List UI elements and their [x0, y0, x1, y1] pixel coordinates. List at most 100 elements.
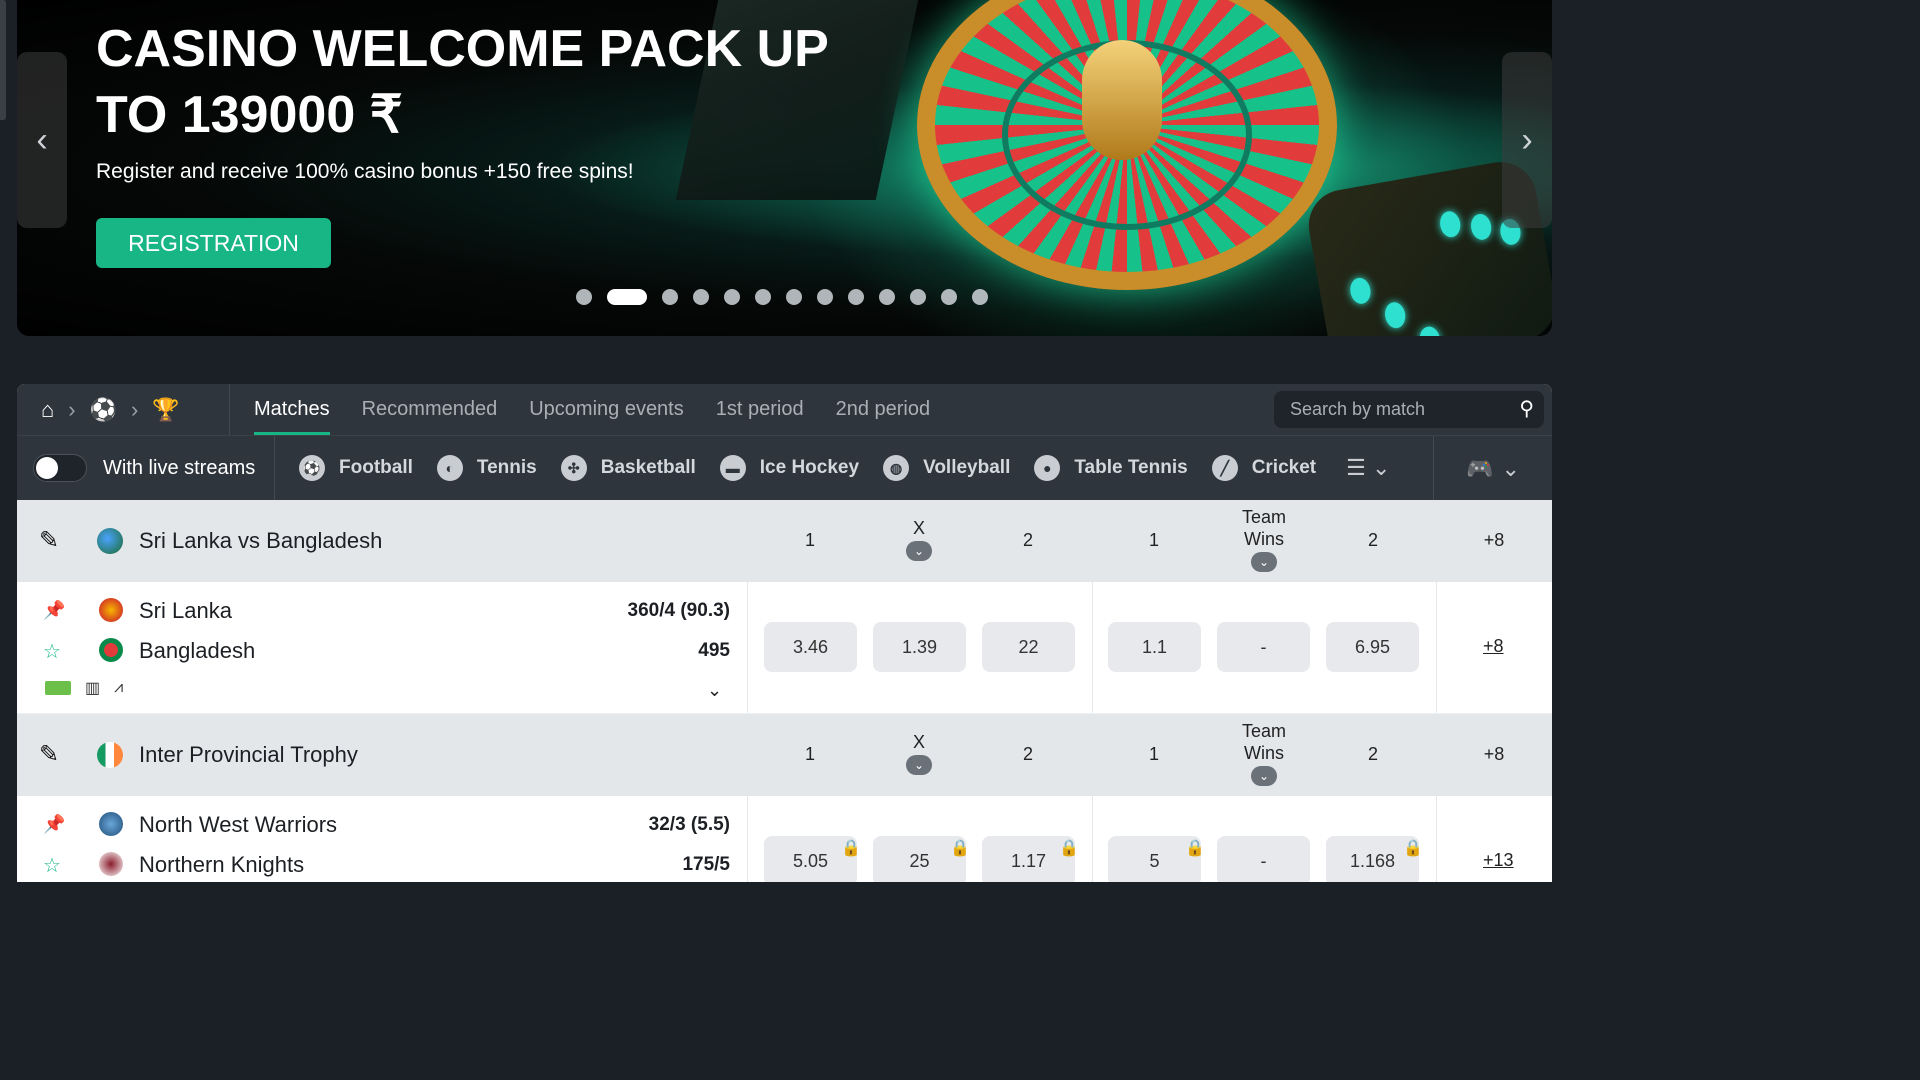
volleyball-icon: ◍ — [883, 455, 910, 481]
sport-basketball[interactable]: ✣ Basketball — [560, 455, 696, 481]
sport-table-tennis[interactable]: ● Table Tennis — [1034, 455, 1188, 481]
chevron-down-icon: ⌄ — [1371, 455, 1391, 480]
odd-button-locked[interactable]: 1.168 — [1326, 824, 1423, 882]
divider — [747, 796, 748, 882]
odd-button[interactable]: 22 — [982, 622, 1075, 672]
carousel-dot[interactable] — [724, 289, 740, 305]
odd-button-locked[interactable]: 25 — [873, 824, 970, 882]
sport-label: Table Tennis — [1074, 457, 1188, 478]
pin-icon[interactable]: 📌 — [43, 600, 65, 621]
carousel-dot[interactable] — [786, 289, 802, 305]
chevron-right-icon: › — [131, 396, 139, 422]
team-crest-icon — [99, 812, 123, 836]
carousel-dot[interactable] — [817, 289, 833, 305]
trophy-icon[interactable]: 🏆 — [152, 397, 179, 423]
carousel-dot[interactable] — [879, 289, 895, 305]
star-icon[interactable]: ☆ — [43, 639, 61, 664]
header-label: X — [912, 732, 925, 752]
sport-cricket[interactable]: ╱ Cricket — [1211, 455, 1316, 481]
carousel-dot[interactable] — [972, 289, 988, 305]
carousel-dot[interactable] — [607, 289, 647, 305]
header-col-2b: 2 — [1367, 744, 1378, 764]
carousel-dot[interactable] — [576, 289, 592, 305]
sport-ice-hockey[interactable]: ▬ Ice Hockey — [719, 455, 859, 481]
header-col-2: 2 — [1022, 744, 1033, 764]
chevron-right-icon: › — [1521, 120, 1533, 159]
carousel-dot[interactable] — [848, 289, 864, 305]
sport-tennis[interactable]: ◐ Tennis — [436, 455, 537, 481]
more-markets-link[interactable]: +8 — [1483, 636, 1504, 657]
header-col-2: 2 — [1022, 530, 1033, 550]
match-row[interactable]: 📌 ☆ Sri Lanka 360/4 (90.3) Bangladesh 49… — [17, 582, 1552, 714]
sports-filter-bar: With live streams ⚽ Football ◐ Tennis ✣ Bas… — [17, 435, 1552, 501]
chevron-down-icon[interactable]: ⌄ — [1251, 552, 1277, 572]
sport-volleyball[interactable]: ◍ Volleyball — [883, 455, 1010, 481]
carousel-dot[interactable] — [941, 289, 957, 305]
more-sports-menu[interactable]: ☰ ⌄ — [1346, 455, 1390, 481]
football-icon[interactable]: ⚽ — [90, 397, 117, 423]
odd-button[interactable]: 6.95 — [1326, 622, 1419, 672]
odd-button-locked[interactable]: 5 — [1108, 824, 1205, 882]
carousel-dot[interactable] — [755, 289, 771, 305]
tab-1st-period[interactable]: 1st period — [716, 384, 804, 435]
scrollbar[interactable] — [0, 0, 6, 120]
tab-upcoming-events[interactable]: Upcoming events — [529, 384, 684, 435]
chevron-down-icon: ⌄ — [1501, 455, 1520, 481]
tab-recommended[interactable]: Recommended — [362, 384, 498, 435]
pin-icon[interactable]: 📌 — [43, 814, 65, 835]
more-markets-link[interactable]: +13 — [1483, 850, 1514, 871]
home-icon[interactable]: ⌂ — [41, 397, 54, 423]
carousel-dots — [576, 289, 1003, 305]
chevron-down-icon[interactable]: ⌄ — [906, 755, 932, 775]
live-streams-toggle[interactable] — [33, 454, 87, 482]
ireland-flag-icon — [97, 742, 123, 768]
odd-button[interactable]: 1.39 — [873, 622, 966, 672]
score-1: 32/3 (5.5) — [648, 814, 730, 835]
team-1: Sri Lanka — [139, 598, 232, 623]
carousel-dot[interactable] — [662, 289, 678, 305]
chart-icon[interactable]: ⩘ — [114, 679, 123, 697]
header-col-more: +8 — [1483, 530, 1505, 550]
banner-next-button[interactable]: › — [1502, 52, 1552, 228]
odd-button[interactable]: 1.1 — [1108, 622, 1201, 672]
chevron-down-icon[interactable]: ⌄ — [906, 541, 932, 561]
list-icon: ☰ — [1346, 455, 1366, 480]
football-icon: ⚽ — [299, 455, 325, 481]
tab-matches[interactable]: Matches — [254, 384, 330, 435]
promo-banner: ‹ › CASINO WELCOME PACK UP TO 139000 ₹ R… — [17, 0, 1552, 336]
carousel-dot[interactable] — [693, 289, 709, 305]
team-1: North West Warriors — [139, 812, 338, 837]
tab-2nd-period[interactable]: 2nd period — [836, 384, 931, 435]
registration-button[interactable]: REGISTRATION — [96, 218, 331, 268]
sport-football[interactable]: ⚽ Football — [299, 455, 413, 481]
sport-label: Basketball — [600, 457, 696, 478]
header-col-more: +8 — [1483, 744, 1505, 764]
chevron-right-icon: › — [68, 396, 76, 422]
header-col-2b: 2 — [1367, 530, 1378, 550]
odd-button[interactable]: - — [1217, 836, 1310, 882]
header-col-1b: 1 — [1148, 530, 1159, 550]
chevron-down-icon[interactable]: ⌄ — [707, 680, 722, 701]
field-icon[interactable] — [45, 681, 71, 695]
odd-button[interactable]: - — [1217, 622, 1310, 672]
divider — [1092, 582, 1093, 713]
match-row[interactable]: 📌 ☆ North West Warriors 32/3 (5.5) North… — [17, 796, 1552, 882]
banner-title: CASINO WELCOME PACK UP TO 139000 ₹ — [96, 20, 828, 144]
odd-button[interactable]: 3.46 — [764, 622, 857, 672]
statistics-icon[interactable]: ▥ — [85, 678, 100, 698]
search-placeholder: Search by match — [1290, 399, 1426, 419]
games-menu[interactable]: 🎮 ⌄ — [1433, 436, 1552, 501]
live-streams-label: With live streams — [103, 456, 256, 479]
search-input[interactable]: Search by match ⚲ — [1274, 391, 1544, 428]
team-2: Northern Knights — [139, 852, 305, 877]
carousel-dot[interactable] — [910, 289, 926, 305]
header-label: Team Wins — [1241, 721, 1286, 763]
score-2: 495 — [698, 640, 730, 661]
tabs-bar: ⌂ › ⚽ › 🏆 Matches Recommended Upcoming e… — [17, 384, 1552, 435]
chevron-down-icon[interactable]: ⌄ — [1251, 766, 1277, 786]
star-icon[interactable]: ☆ — [43, 853, 61, 878]
odd-button-locked[interactable]: 1.17 — [982, 824, 1079, 882]
banner-prev-button[interactable]: ‹ — [17, 52, 67, 228]
odd-button-locked[interactable]: 5.05 — [764, 824, 861, 882]
search-icon[interactable]: ⚲ — [1519, 391, 1534, 428]
